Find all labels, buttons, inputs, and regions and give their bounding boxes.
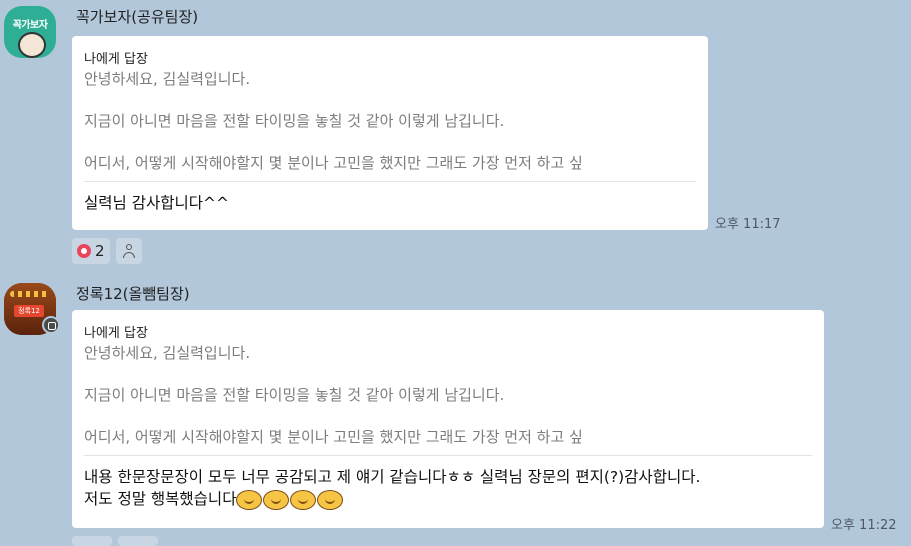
sender-name[interactable]: 정록12(올뺌팀장) <box>76 283 190 304</box>
reply-quote-line: 지금이 아니면 마음을 전할 타이밍을 놓칠 것 같아 이렇게 남깁니다. <box>84 112 505 130</box>
heart-icon <box>77 244 91 258</box>
reply-quote-line: 안녕하세요, 김실력입니다. <box>84 344 251 362</box>
profile-badge-icon <box>42 316 60 334</box>
reaction-bar: 2 <box>72 238 142 264</box>
emoticon-icon <box>236 489 263 510</box>
reaction-bar-partial <box>72 536 158 546</box>
reaction-count: 2 <box>95 242 105 260</box>
reply-quote-line: 어디서, 어떻게 시작해야할지 몇 분이나 고민을 했지만 그래도 가장 먼저 … <box>84 154 583 172</box>
lantern-decoration <box>10 291 50 297</box>
reply-divider <box>84 455 812 456</box>
emoticon-group <box>236 489 344 510</box>
message-text-line: 저도 정말 행복했습니다 <box>84 490 237 508</box>
emoticon-icon <box>290 489 317 510</box>
message-text: 내용 한문장문장이 모두 너무 공감되고 제 얘기 같습니다ㅎㅎ 실력님 장문의… <box>84 466 812 510</box>
message-bubble[interactable]: 나에게 답장 안녕하세요, 김실력입니다. 지금이 아니면 마음을 전할 타이밍… <box>72 310 824 528</box>
message-text-line-2: 저도 정말 행복했습니다 <box>84 488 812 510</box>
reaction-chip[interactable] <box>118 536 158 546</box>
message-time: 오후 11:22 <box>831 518 897 533</box>
emoticon-icon <box>263 489 290 510</box>
heart-reaction-button[interactable]: 2 <box>72 238 110 264</box>
reply-quote-line: 어디서, 어떻게 시작해야할지 몇 분이나 고민을 했지만 그래도 가장 먼저 … <box>84 428 583 446</box>
message-time: 오후 11:17 <box>715 217 781 232</box>
message-bubble[interactable]: 나에게 답장 안녕하세요, 김실력입니다. 지금이 아니면 마음을 전할 타이밍… <box>72 36 708 230</box>
reply-title: 나에게 답장 <box>84 52 148 67</box>
reply-title: 나에게 답장 <box>84 326 148 341</box>
sender-name[interactable]: 꼭가보자(공유팀장) <box>76 6 198 27</box>
person-icon <box>121 243 137 259</box>
reply-quote-line: 안녕하세요, 김실력입니다. <box>84 70 251 88</box>
message-text: 실력님 감사합니다^^ <box>84 194 229 212</box>
avatar-label: 정록12 <box>14 305 44 317</box>
message-text-line: 내용 한문장문장이 모두 너무 공감되고 제 얘기 같습니다ㅎㅎ 실력님 장문의… <box>84 468 701 486</box>
reply-quote-line: 지금이 아니면 마음을 전할 타이밍을 놓칠 것 같아 이렇게 남깁니다. <box>84 386 505 404</box>
reply-divider <box>84 181 696 182</box>
avatar-label: 꼭가보자 <box>12 20 48 31</box>
add-reaction-button[interactable] <box>115 238 142 264</box>
sender-avatar[interactable]: 꼭가보자 <box>4 6 56 58</box>
emoticon-icon <box>317 489 344 510</box>
avatar-face-icon <box>18 32 46 58</box>
reaction-chip[interactable] <box>72 536 112 546</box>
